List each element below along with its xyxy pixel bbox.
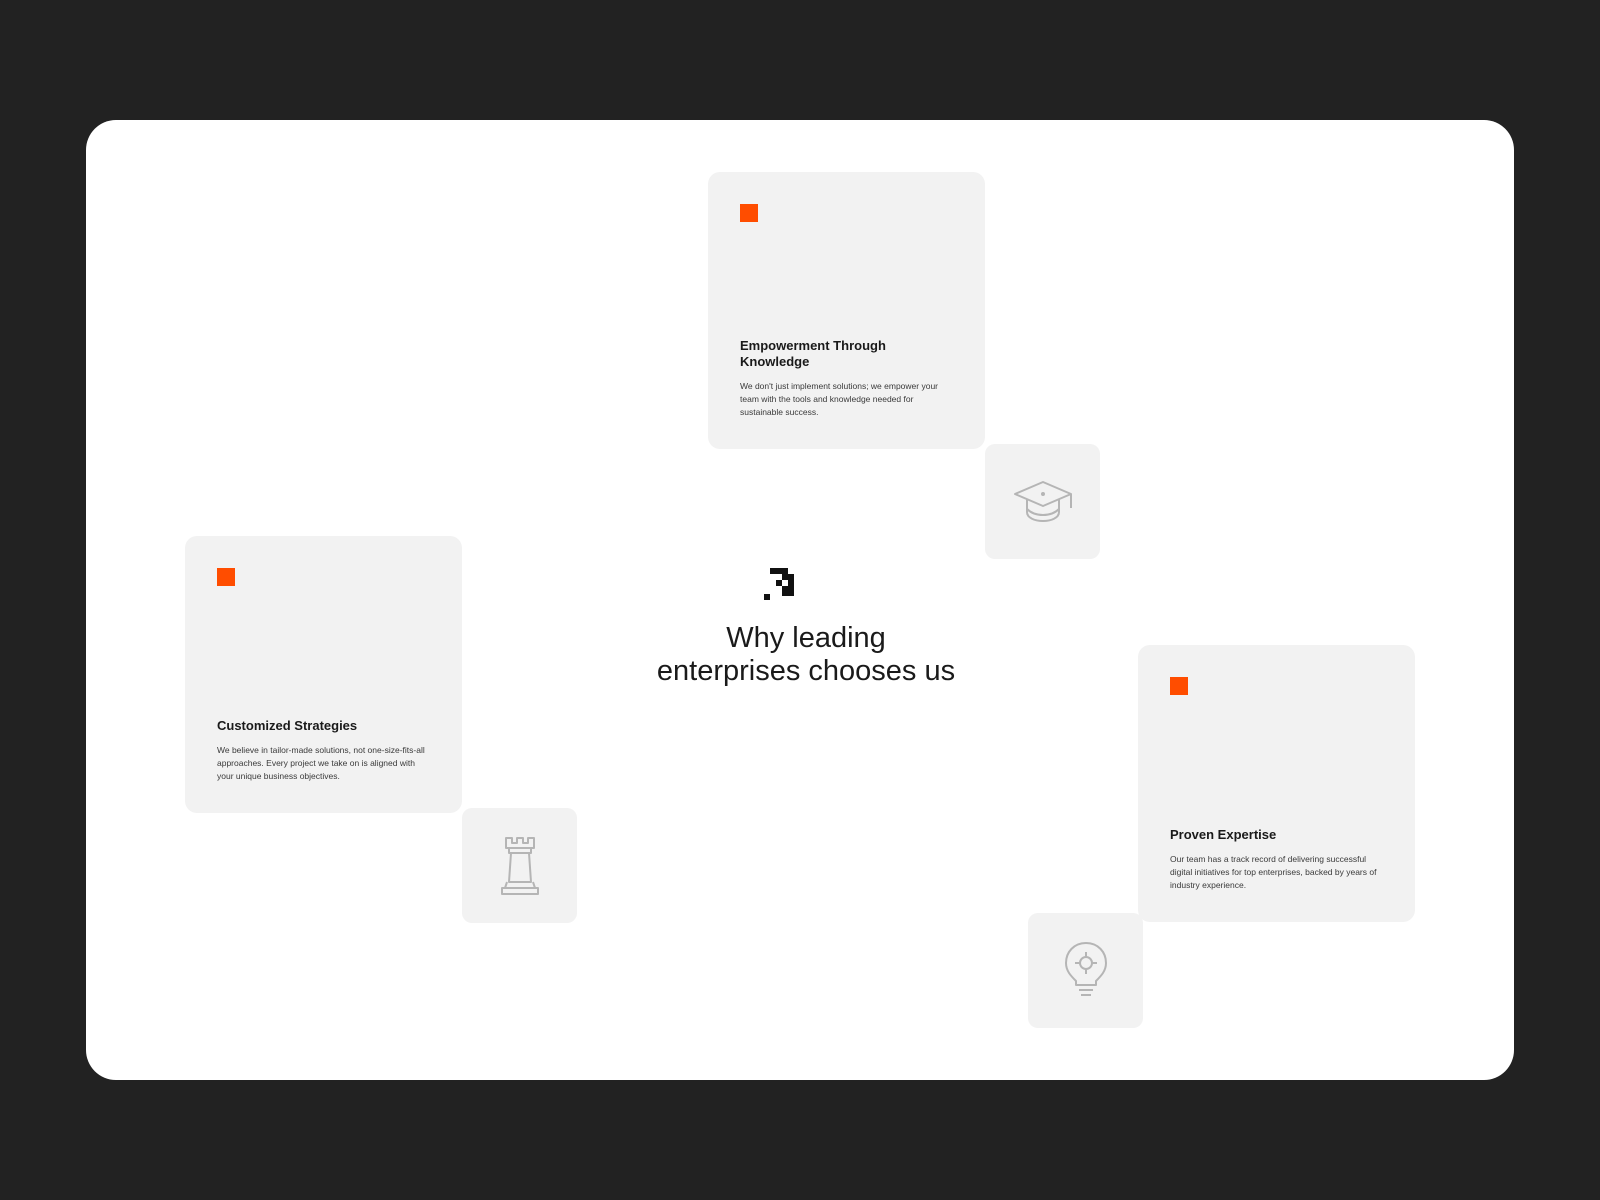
icon-tile-expertise xyxy=(1028,913,1143,1028)
headline-line-1: Why leading xyxy=(726,622,886,654)
graduation-cap-icon xyxy=(1013,480,1072,522)
lightbulb-icon xyxy=(1064,941,1107,996)
content-panel: Empowerment Through Knowledge We don't j… xyxy=(86,120,1514,1080)
card-text: Customized Strategies We believe in tail… xyxy=(217,718,432,783)
card-text: Proven Expertise Our team has a track re… xyxy=(1170,827,1385,892)
icon-tile-knowledge xyxy=(985,444,1100,559)
accent-square xyxy=(217,568,235,586)
card-title: Empowerment Through Knowledge xyxy=(740,338,886,369)
brand-logo-icon xyxy=(764,568,794,600)
feature-card-knowledge: Empowerment Through Knowledge We don't j… xyxy=(708,172,985,449)
card-description: We don't just implement solutions; we em… xyxy=(740,381,938,417)
card-text: Empowerment Through Knowledge We don't j… xyxy=(740,338,955,419)
card-description: Our team has a track record of deliverin… xyxy=(1170,854,1377,890)
icon-tile-strategies xyxy=(462,808,577,923)
feature-card-expertise: Proven Expertise Our team has a track re… xyxy=(1138,645,1415,922)
headline-line-2: enterprises chooses us xyxy=(656,655,956,687)
accent-square xyxy=(740,204,758,222)
card-title: Proven Expertise xyxy=(1170,827,1277,842)
chess-rook-icon xyxy=(500,836,539,895)
accent-square xyxy=(1170,677,1188,695)
card-title: Customized Strategies xyxy=(217,718,358,733)
section-heading: Why leading enterprises chooses us xyxy=(606,568,1006,688)
card-description: We believe in tailor-made solutions, not… xyxy=(217,745,425,781)
feature-card-strategies: Customized Strategies We believe in tail… xyxy=(185,536,462,813)
